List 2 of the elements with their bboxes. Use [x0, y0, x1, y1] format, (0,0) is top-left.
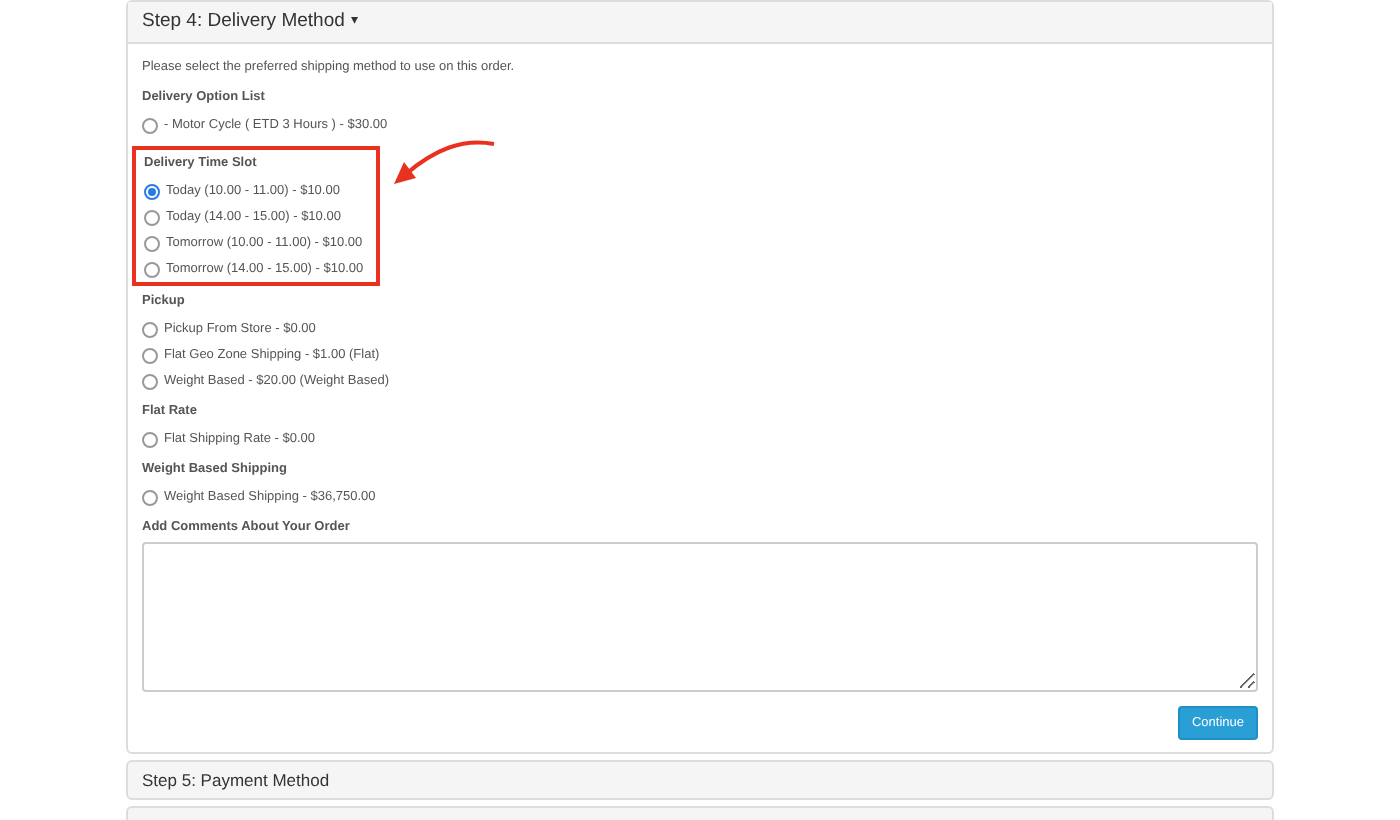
panel-title[interactable]: Step 4: Delivery Method [142, 7, 345, 37]
panel-title[interactable]: Step 5: Payment Method [142, 767, 330, 793]
